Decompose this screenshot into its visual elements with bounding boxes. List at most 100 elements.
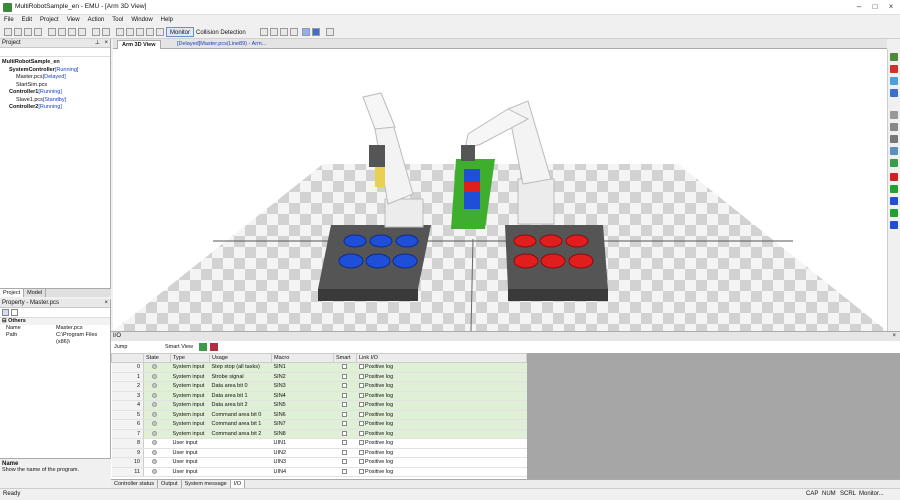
link-checkbox[interactable] bbox=[358, 392, 364, 398]
paste-icon[interactable] bbox=[68, 28, 76, 36]
link-checkbox[interactable] bbox=[358, 440, 364, 446]
col-usage[interactable]: Usage bbox=[209, 353, 272, 363]
settings-icon[interactable] bbox=[326, 28, 334, 36]
tab-system-message[interactable]: System message bbox=[182, 480, 231, 488]
link-checkbox[interactable] bbox=[358, 411, 364, 417]
run-icon[interactable] bbox=[260, 28, 268, 36]
close-icon[interactable]: × bbox=[884, 1, 898, 13]
tab-io[interactable]: I/O bbox=[230, 480, 246, 488]
table-row[interactable]: 4 System input Data area bit 2 SIN5 Positiv… bbox=[111, 400, 527, 411]
link-checkbox[interactable] bbox=[358, 468, 364, 474]
layout-icon[interactable] bbox=[890, 147, 898, 155]
panel-close-icon[interactable]: × bbox=[104, 299, 108, 308]
link-checkbox[interactable] bbox=[358, 383, 364, 389]
save-all-icon[interactable] bbox=[34, 28, 42, 36]
menu-project[interactable]: Project bbox=[36, 15, 63, 26]
smart-checkbox[interactable] bbox=[341, 392, 347, 398]
tree-node[interactable]: Controller2[Running] bbox=[2, 104, 108, 112]
smart-view-label[interactable]: Smart View bbox=[165, 342, 193, 352]
stop-icon[interactable] bbox=[290, 28, 298, 36]
link-checkbox[interactable] bbox=[358, 421, 364, 427]
table-row[interactable]: 5 System input Command area bit 0 SIN6 Posi… bbox=[111, 410, 527, 420]
table-row[interactable]: 1 System input Strobe signal SIN2 Positive … bbox=[111, 372, 527, 382]
sort-icon[interactable] bbox=[10, 309, 18, 316]
maximize-icon[interactable]: □ bbox=[868, 1, 882, 13]
open-icon[interactable] bbox=[14, 28, 22, 36]
pin-icon[interactable]: ⊥ bbox=[95, 39, 100, 48]
link-checkbox[interactable] bbox=[358, 402, 364, 408]
tab-master-program[interactable]: [Delayed]Master.pcs(Line89) - Arm... bbox=[173, 40, 270, 49]
smart-checkbox[interactable] bbox=[341, 459, 347, 465]
link-checkbox[interactable] bbox=[358, 373, 364, 379]
smart-checkbox[interactable] bbox=[341, 449, 347, 455]
arm-3d-view[interactable] bbox=[113, 49, 887, 331]
view-iso-icon[interactable] bbox=[890, 209, 898, 217]
panel-close-icon[interactable]: × bbox=[892, 332, 896, 341]
pause-icon[interactable] bbox=[280, 28, 288, 36]
copy-icon[interactable] bbox=[58, 28, 66, 36]
smart-checkbox[interactable] bbox=[341, 411, 347, 417]
view-top-icon[interactable] bbox=[890, 221, 898, 229]
smart-view-icon[interactable] bbox=[199, 343, 207, 351]
breakpoint-icon[interactable] bbox=[302, 28, 310, 36]
reset-icon[interactable] bbox=[312, 28, 320, 36]
col-smart[interactable]: Smart bbox=[333, 353, 357, 363]
tab-model[interactable]: Model bbox=[24, 289, 47, 297]
smart-checkbox[interactable] bbox=[341, 383, 347, 389]
find-icon[interactable] bbox=[146, 28, 154, 36]
property-row-path[interactable]: Path C:\Program Files (x86)\ bbox=[0, 332, 110, 345]
monitor-button[interactable]: Monitor bbox=[166, 27, 195, 37]
delete-icon[interactable] bbox=[78, 28, 86, 36]
menu-edit[interactable]: Edit bbox=[18, 15, 36, 26]
tree-node[interactable]: SystemController[Running] bbox=[2, 67, 108, 75]
menu-help[interactable]: Help bbox=[157, 15, 177, 26]
table-row[interactable]: 0 System input Step stop (all tasks) SIN1 P… bbox=[111, 362, 527, 373]
smart-checkbox[interactable] bbox=[341, 364, 347, 370]
col-link-io[interactable]: Link I/O bbox=[356, 353, 527, 363]
table-row[interactable]: 2 System input Data area bit 0 SIN3 Positiv… bbox=[111, 381, 527, 392]
table-row[interactable]: 9 User input UIN2 Positive log bbox=[111, 448, 527, 458]
new-icon[interactable] bbox=[4, 28, 12, 36]
axis-icon[interactable] bbox=[890, 135, 898, 143]
stop-view-icon[interactable] bbox=[890, 65, 898, 73]
tab-project[interactable]: Project bbox=[0, 289, 25, 297]
table-row[interactable]: 6 System input Command area bit 1 SIN7 Posi… bbox=[111, 419, 527, 430]
col-state[interactable]: State bbox=[143, 353, 171, 363]
cut-icon[interactable] bbox=[48, 28, 56, 36]
robot-icon[interactable] bbox=[890, 111, 898, 119]
outdent-icon[interactable] bbox=[126, 28, 134, 36]
jump-label[interactable]: Jump bbox=[114, 342, 127, 352]
table-row[interactable]: 11 User input UIN4 Positive log bbox=[111, 467, 527, 477]
link-checkbox[interactable] bbox=[358, 430, 364, 436]
grid-icon[interactable] bbox=[890, 123, 898, 131]
comment-icon[interactable] bbox=[136, 28, 144, 36]
save-icon[interactable] bbox=[24, 28, 32, 36]
menu-view[interactable]: View bbox=[63, 15, 84, 26]
rotate-icon[interactable] bbox=[890, 89, 898, 97]
view-y-icon[interactable] bbox=[890, 185, 898, 193]
tab-output[interactable]: Output bbox=[158, 480, 182, 488]
link-checkbox[interactable] bbox=[358, 449, 364, 455]
table-row[interactable]: 8 User input UIN1 Positive log bbox=[111, 438, 527, 449]
property-row-name[interactable]: Name Master.pcs bbox=[0, 325, 110, 332]
smart-checkbox[interactable] bbox=[341, 421, 347, 427]
categorized-icon[interactable] bbox=[2, 309, 9, 316]
tree-node[interactable]: Master.pcs[Delayed] bbox=[2, 74, 108, 82]
view-tool-icon[interactable] bbox=[890, 53, 898, 61]
tree-node[interactable]: MultiRobotSample_en bbox=[2, 59, 108, 67]
camera-icon[interactable] bbox=[890, 77, 898, 85]
smart-checkbox[interactable] bbox=[341, 468, 347, 474]
smart-checkbox[interactable] bbox=[341, 373, 347, 379]
panel-close-icon[interactable]: × bbox=[104, 39, 108, 48]
col-macro[interactable]: Macro bbox=[271, 353, 334, 363]
tree-node[interactable]: Slave1.pcs[Standby] bbox=[2, 97, 108, 105]
indent-icon[interactable] bbox=[116, 28, 124, 36]
undo-icon[interactable] bbox=[92, 28, 100, 36]
link-checkbox[interactable] bbox=[358, 364, 364, 370]
io-settings-icon[interactable] bbox=[210, 343, 218, 351]
redo-icon[interactable] bbox=[102, 28, 110, 36]
menu-action[interactable]: Action bbox=[84, 15, 109, 26]
smart-checkbox[interactable] bbox=[341, 402, 347, 408]
tab-controller-status[interactable]: Controller status bbox=[111, 480, 159, 488]
smart-checkbox[interactable] bbox=[341, 430, 347, 436]
